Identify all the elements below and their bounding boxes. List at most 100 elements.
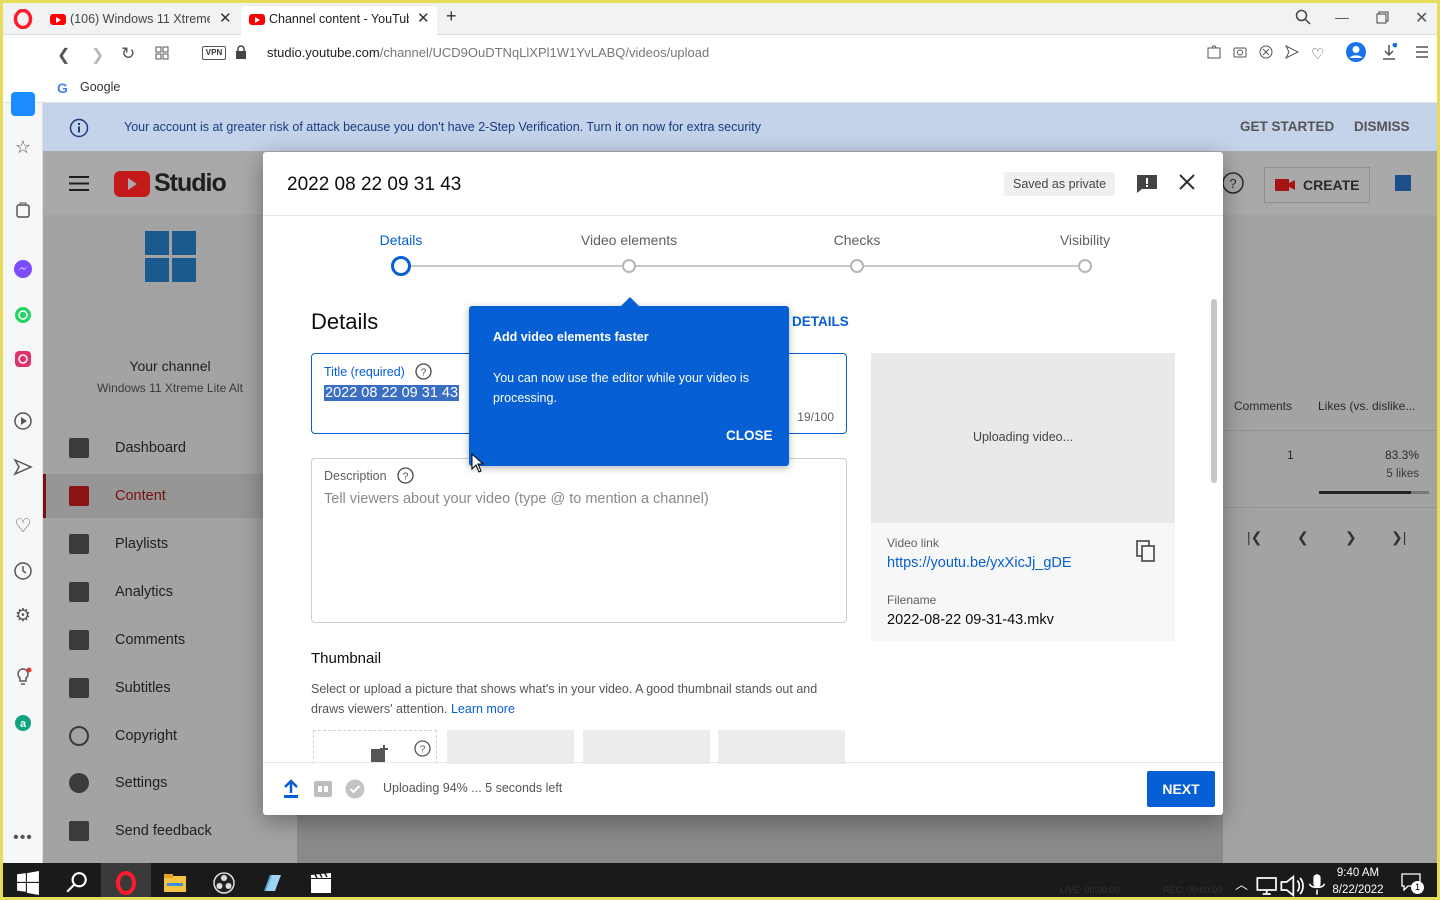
tabs-grid-icon[interactable] xyxy=(155,46,169,60)
clock-time[interactable]: 9:40 AM xyxy=(1325,867,1391,879)
nav-dashboard[interactable]: Dashboard xyxy=(43,426,297,470)
network-icon[interactable] xyxy=(1256,874,1280,898)
tray-chevron-icon[interactable]: ︿ xyxy=(1235,874,1248,893)
aria-icon[interactable]: a xyxy=(13,713,33,733)
bookmarks-heart-icon[interactable]: ♡ xyxy=(13,515,33,537)
menu-icon[interactable] xyxy=(69,176,89,191)
col-comments[interactable]: Comments xyxy=(1234,399,1292,413)
taskbar-search-icon[interactable] xyxy=(65,871,89,895)
lock-icon[interactable] xyxy=(235,45,247,59)
nav-send-feedback[interactable]: Send feedback xyxy=(43,809,297,853)
auto-thumbnail-1[interactable] xyxy=(447,730,574,764)
snapshot-icon[interactable] xyxy=(1207,45,1221,59)
notepad-icon[interactable] xyxy=(261,871,285,895)
adblock-icon[interactable] xyxy=(1259,45,1273,59)
nav-copyright[interactable]: Copyright xyxy=(43,714,297,758)
title-input-value[interactable]: 2022 08 22 09 31 43 xyxy=(324,385,460,401)
forward-icon[interactable]: ❯ xyxy=(91,45,104,65)
nav-settings[interactable]: Settings xyxy=(43,761,297,805)
youtube-logo-icon[interactable] xyxy=(114,171,150,197)
heart-icon[interactable]: ♡ xyxy=(1311,45,1324,63)
back-icon[interactable]: ❮ xyxy=(57,45,70,65)
tooltip-close-button[interactable]: CLOSE xyxy=(726,428,773,443)
dialog-close-icon[interactable] xyxy=(1178,173,1196,191)
copy-icon[interactable] xyxy=(1136,540,1156,563)
file-explorer-icon[interactable] xyxy=(163,871,187,895)
thumbnail-help-icon[interactable]: ? xyxy=(414,740,431,757)
tab-search-icon[interactable] xyxy=(1295,9,1311,25)
easy-setup-icon[interactable] xyxy=(1415,46,1429,58)
first-page-icon[interactable]: |❮ xyxy=(1247,529,1262,546)
video-link[interactable]: https://youtu.be/yxXicJj_gDE xyxy=(887,555,1072,571)
download-icon[interactable] xyxy=(1381,43,1397,61)
tab-close-icon[interactable]: ✕ xyxy=(219,9,232,27)
col-likes[interactable]: Likes (vs. dislike... xyxy=(1318,399,1415,413)
history-icon[interactable] xyxy=(13,561,33,581)
flow-icon[interactable] xyxy=(13,457,33,477)
restore-icon[interactable] xyxy=(1376,11,1389,24)
clock-date[interactable]: 8/22/2022 xyxy=(1325,884,1391,896)
obs-icon[interactable] xyxy=(212,871,236,895)
tab-close-icon[interactable]: ✕ xyxy=(417,9,430,27)
settings-gear-icon[interactable]: ⚙ xyxy=(13,605,33,625)
reuse-details-link[interactable]: DETAILS xyxy=(792,314,849,329)
volume-icon[interactable] xyxy=(1280,874,1304,898)
step-visibility[interactable]: Visibility xyxy=(1035,232,1135,248)
action-center-button[interactable]: 1 xyxy=(1401,873,1425,895)
create-button[interactable]: CREATE xyxy=(1264,167,1370,203)
description-field[interactable]: Description ? Tell viewers about your vi… xyxy=(311,458,847,623)
feedback-report-icon[interactable] xyxy=(1136,174,1158,194)
tab-windows-11[interactable]: (106) Windows 11 Xtreme xyxy=(50,7,210,31)
prev-page-icon[interactable]: ❮ xyxy=(1297,529,1309,546)
channel-avatar[interactable] xyxy=(145,231,197,283)
window-close-icon[interactable]: ✕ xyxy=(1415,8,1428,28)
step-video-elements[interactable]: Video elements xyxy=(569,232,689,248)
dismiss-button[interactable]: DISMISS xyxy=(1354,119,1410,134)
next-page-icon[interactable]: ❯ xyxy=(1345,529,1357,546)
video-editor-icon[interactable] xyxy=(309,871,333,895)
step-dot-visibility[interactable] xyxy=(1078,259,1092,273)
upload-thumbnail-button[interactable]: ? xyxy=(313,730,437,764)
nav-analytics[interactable]: Analytics xyxy=(43,570,297,614)
messenger-icon[interactable] xyxy=(13,259,33,279)
pinboards-icon[interactable]: ☆ xyxy=(13,137,33,157)
more-icon[interactable]: ••• xyxy=(13,829,33,849)
taskbar-opera-button[interactable] xyxy=(101,863,151,897)
get-started-button[interactable]: GET STARTED xyxy=(1240,119,1334,134)
vpn-badge[interactable]: VPN xyxy=(202,46,226,60)
new-tab-icon[interactable]: + xyxy=(446,6,457,27)
description-help-icon[interactable]: ? xyxy=(396,467,414,484)
step-details[interactable]: Details xyxy=(351,232,451,248)
camera-icon[interactable] xyxy=(1233,45,1247,59)
last-page-icon[interactable]: ❯| xyxy=(1391,529,1406,546)
dialog-scrollbar[interactable] xyxy=(1211,299,1217,483)
nav-playlists[interactable]: Playlists xyxy=(43,522,297,566)
nav-comments[interactable]: Comments xyxy=(43,618,297,662)
auto-thumbnail-3[interactable] xyxy=(718,730,845,764)
url-field[interactable]: studio.youtube.com/channel/UCD9OuDTNqLlX… xyxy=(267,45,709,60)
whatsapp-icon[interactable] xyxy=(13,305,33,325)
auto-thumbnail-2[interactable] xyxy=(583,730,710,764)
step-checks[interactable]: Checks xyxy=(807,232,907,248)
help-icon[interactable]: ? xyxy=(1221,171,1245,195)
send-icon[interactable] xyxy=(1285,45,1299,59)
account-avatar[interactable] xyxy=(1395,175,1411,191)
next-button[interactable]: NEXT xyxy=(1147,771,1215,807)
windows-start-icon[interactable] xyxy=(16,871,40,895)
bookmark-google[interactable]: Google xyxy=(80,80,120,94)
shopping-icon[interactable] xyxy=(13,199,33,219)
player-icon[interactable] xyxy=(13,411,33,431)
step-dot-details[interactable] xyxy=(391,256,411,276)
profile-icon[interactable] xyxy=(1345,41,1367,63)
instagram-icon[interactable] xyxy=(13,349,33,369)
home-icon[interactable] xyxy=(11,92,35,116)
reload-icon[interactable]: ↻ xyxy=(121,44,135,64)
learn-more-link[interactable]: Learn more xyxy=(451,702,515,716)
minimize-icon[interactable]: — xyxy=(1335,9,1349,25)
nav-subtitles[interactable]: Subtitles xyxy=(43,666,297,710)
tab-channel-content[interactable]: Channel content - YouTube xyxy=(249,7,409,31)
opera-logo-icon[interactable] xyxy=(13,9,33,29)
step-dot-checks[interactable] xyxy=(850,259,864,273)
title-help-icon[interactable]: ? xyxy=(415,363,432,380)
nav-content[interactable]: Content xyxy=(43,474,297,518)
